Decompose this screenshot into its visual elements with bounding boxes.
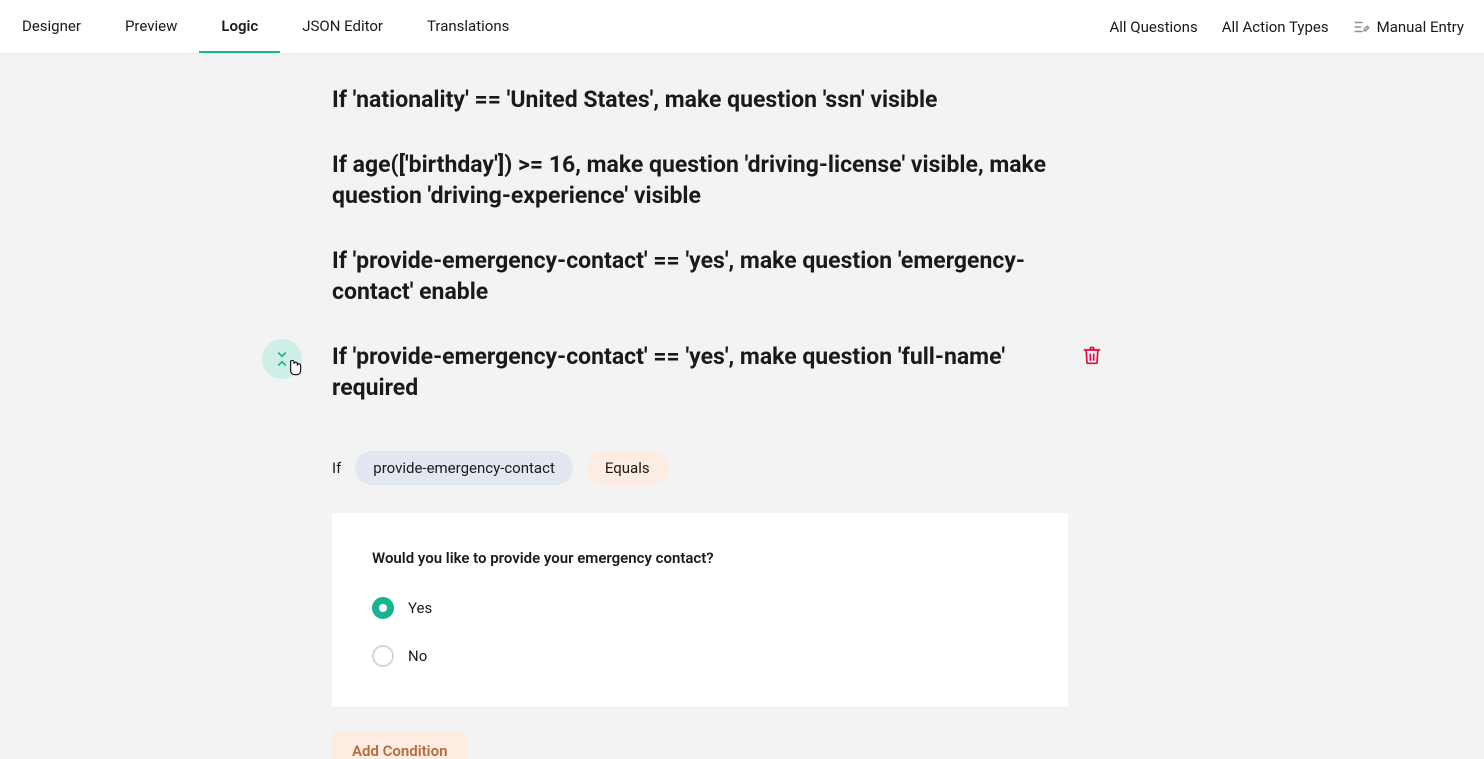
filter-all-action-types[interactable]: All Action Types: [1222, 18, 1329, 36]
top-bar: Designer Preview Logic JSON Editor Trans…: [0, 0, 1484, 54]
delete-rule-button[interactable]: [1082, 345, 1102, 365]
tab-designer[interactable]: Designer: [0, 0, 103, 53]
question-title: Would you like to provide your emergency…: [372, 549, 1028, 567]
tab-preview[interactable]: Preview: [103, 0, 199, 53]
tab-json-editor[interactable]: JSON Editor: [280, 0, 405, 53]
logic-rule[interactable]: If 'provide-emergency-contact' == 'yes',…: [332, 245, 1052, 307]
condition-question-pill[interactable]: provide-emergency-contact: [355, 451, 573, 485]
condition-if-label: If: [332, 459, 341, 477]
radio-option-yes[interactable]: Yes: [372, 597, 1028, 619]
radio-label: No: [408, 647, 427, 665]
content-area: If 'nationality' == 'United States', mak…: [0, 54, 1484, 759]
filter-all-questions[interactable]: All Questions: [1109, 18, 1197, 36]
trash-icon: [1082, 345, 1102, 365]
radio-circle-icon: [372, 597, 394, 619]
tab-translations[interactable]: Translations: [405, 0, 531, 53]
manual-entry-label: Manual Entry: [1377, 18, 1464, 36]
main-tabs: Designer Preview Logic JSON Editor Trans…: [0, 0, 531, 53]
radio-circle-icon: [372, 645, 394, 667]
condition-operator-pill[interactable]: Equals: [587, 451, 668, 485]
logic-rule[interactable]: If 'nationality' == 'United States', mak…: [332, 84, 1052, 115]
toolbar-actions: All Questions All Action Types Manual En…: [1109, 0, 1476, 53]
collapse-icon: [274, 351, 290, 367]
tab-logic[interactable]: Logic: [199, 0, 280, 53]
question-preview-card: Would you like to provide your emergency…: [332, 513, 1068, 707]
manual-entry-icon: [1353, 18, 1371, 36]
logic-rule-active: If 'provide-emergency-contact' == 'yes',…: [332, 341, 1152, 403]
radio-label: Yes: [408, 599, 432, 617]
logic-rule[interactable]: If age(['birthday']) >= 16, make questio…: [332, 149, 1052, 211]
logic-rule-text[interactable]: If 'provide-emergency-contact' == 'yes',…: [332, 341, 1052, 403]
condition-row: If provide-emergency-contact Equals: [332, 451, 1152, 485]
collapse-rule-button[interactable]: [262, 339, 302, 379]
manual-entry-button[interactable]: Manual Entry: [1353, 18, 1464, 36]
add-condition-button[interactable]: Add Condition: [332, 731, 467, 759]
radio-option-no[interactable]: No: [372, 645, 1028, 667]
